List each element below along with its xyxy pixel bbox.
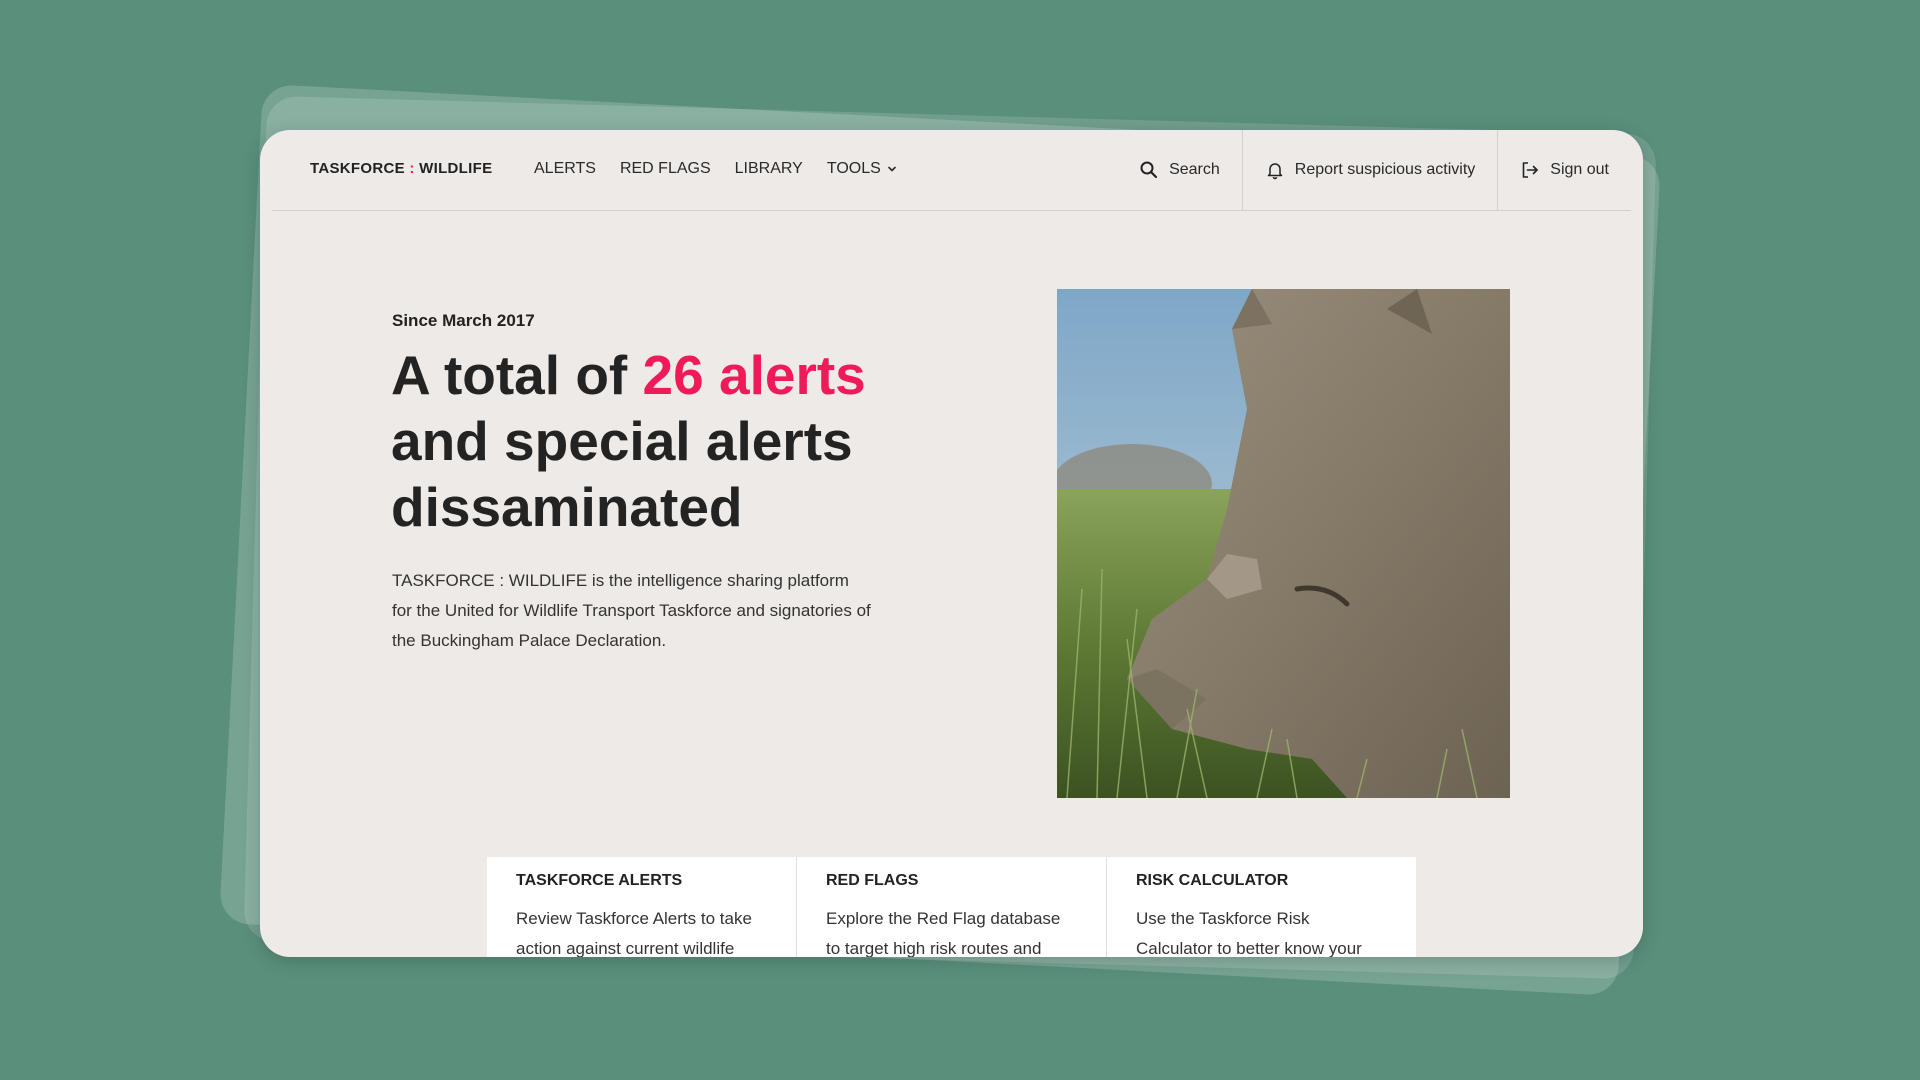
card-taskforce-alerts[interactable]: TASKFORCE ALERTS Review Taskforce Alerts… xyxy=(487,857,796,957)
headline-suffix: and special alerts dissaminated xyxy=(391,410,853,538)
search-icon xyxy=(1140,161,1158,179)
sign-out-icon xyxy=(1522,162,1539,178)
card-title: RISK CALCULATOR xyxy=(1136,872,1289,889)
since-label: Since March 2017 xyxy=(392,311,535,330)
alert-count: 26 alerts xyxy=(642,344,866,406)
card-red-flags[interactable]: RED FLAGS Explore the Red Flag database … xyxy=(797,857,1106,957)
chevron-down-icon xyxy=(887,166,896,172)
nav-library[interactable]: LIBRARY xyxy=(735,160,803,178)
bell-icon xyxy=(1267,163,1283,180)
nav-alerts[interactable]: ALERTS xyxy=(534,160,596,178)
card-title: TASKFORCE ALERTS xyxy=(516,872,683,889)
nav-tools-label: TOOLS xyxy=(826,160,881,177)
report-label: Report suspicious activity xyxy=(1294,161,1476,178)
browser-window: TASKFORCE : WILDLIFE ALERTS RED FLAGS LI… xyxy=(260,130,1643,957)
card-title: RED FLAGS xyxy=(826,872,919,889)
stage: TASKFORCE : WILDLIFE ALERTS RED FLAGS LI… xyxy=(0,0,1920,1080)
card-text: Explore the Red Flag database to target … xyxy=(826,909,1061,957)
logo-left: TASKFORCE xyxy=(310,160,405,177)
sign-out-label: Sign out xyxy=(1550,161,1609,178)
nav-actions: Search Report suspicious activity Sign o… xyxy=(1117,130,1631,210)
hero-headline: A total of 26 alerts and special alerts … xyxy=(391,342,951,540)
feature-cards: TASKFORCE ALERTS Review Taskforce Alerts… xyxy=(487,857,1416,957)
headline-prefix: A total of xyxy=(391,344,643,406)
rhino-image xyxy=(1057,289,1510,798)
card-text: Review Taskforce Alerts to take action a… xyxy=(516,909,752,957)
card-risk-calculator[interactable]: RISK CALCULATOR Use the Taskforce Risk C… xyxy=(1107,857,1416,957)
top-navigation: TASKFORCE : WILDLIFE ALERTS RED FLAGS LI… xyxy=(272,130,1631,211)
logo-separator: : xyxy=(409,160,415,177)
card-text: Use the Taskforce Risk Calculator to bet… xyxy=(1136,909,1362,957)
nav-tools[interactable]: TOOLS xyxy=(827,160,897,178)
nav-red-flags[interactable]: RED FLAGS xyxy=(620,160,711,178)
sign-out-button[interactable]: Sign out xyxy=(1497,130,1631,210)
hero-description: TASKFORCE : WILDLIFE is the intelligence… xyxy=(392,571,871,650)
site-logo[interactable]: TASKFORCE : WILDLIFE xyxy=(310,160,492,177)
logo-right: WILDLIFE xyxy=(419,160,493,177)
main-menu: ALERTS RED FLAGS LIBRARY TOOLS xyxy=(534,160,897,178)
report-activity-button[interactable]: Report suspicious activity xyxy=(1241,130,1498,210)
search-label: Search xyxy=(1169,161,1220,178)
search-button[interactable]: Search xyxy=(1117,130,1242,210)
rhino-photo xyxy=(1057,289,1510,798)
